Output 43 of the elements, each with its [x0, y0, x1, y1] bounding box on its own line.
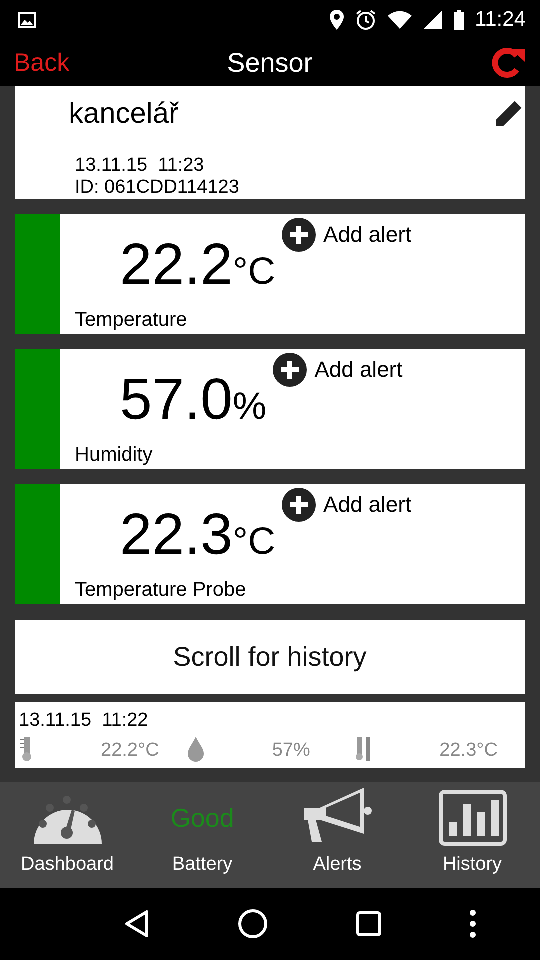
screen-title: Sensor [227, 48, 313, 78]
sensor-timestamp: 13.11.15 11:23 [75, 155, 204, 177]
back-icon[interactable] [124, 910, 150, 938]
wifi-icon [387, 10, 413, 30]
back-button[interactable]: Back [14, 48, 94, 78]
nav-label[interactable]: Alerts [313, 854, 362, 876]
recents-icon[interactable] [356, 911, 382, 937]
more-icon[interactable] [470, 910, 476, 938]
nav-label[interactable]: Dashboard [21, 854, 114, 876]
reading-value: 22.2 [120, 234, 233, 296]
drop-icon [186, 736, 206, 762]
refresh-icon[interactable] [490, 46, 526, 80]
battery-icon [453, 9, 465, 31]
reading-value: 57.0 [120, 369, 233, 431]
add-alert-button[interactable]: Add alert [282, 488, 412, 522]
history-value: 57% [272, 740, 310, 762]
signal-icon [423, 10, 443, 30]
alarm-icon [355, 9, 377, 31]
reading-value: 22.3 [120, 504, 233, 566]
reading-label: Humidity [75, 444, 153, 467]
scroll-for-history-button[interactable]: Scroll for history [15, 620, 525, 694]
reading-label: Temperature Probe [75, 579, 246, 602]
history-time: 13.11.15 11:22 [19, 710, 150, 732]
add-alert-button[interactable]: Add alert [272, 353, 403, 387]
add-alert-button[interactable]: Add alert [282, 218, 412, 252]
plus-circle-icon [282, 218, 316, 252]
status-time: 11:24 [475, 8, 526, 32]
reading-unit: % [232, 386, 267, 429]
sensor-name: kancelář [69, 98, 179, 131]
nav-label[interactable]: Battery [172, 854, 233, 876]
plus-circle-icon [282, 488, 316, 522]
reading-unit: °C [232, 521, 276, 564]
reading-unit: °C [232, 251, 276, 294]
history-value: 22.3°C [440, 740, 498, 762]
sensor-id: ID: 061CDD114123 [75, 177, 240, 199]
reading-label: Temperature [75, 309, 188, 332]
image-icon [18, 12, 36, 28]
history-value: 22.2°C [101, 740, 160, 762]
bar-chart-icon[interactable] [438, 790, 506, 846]
location-icon [329, 9, 345, 31]
home-icon[interactable] [238, 909, 268, 939]
nav-label[interactable]: History [442, 854, 502, 876]
plus-circle-icon [272, 353, 307, 387]
